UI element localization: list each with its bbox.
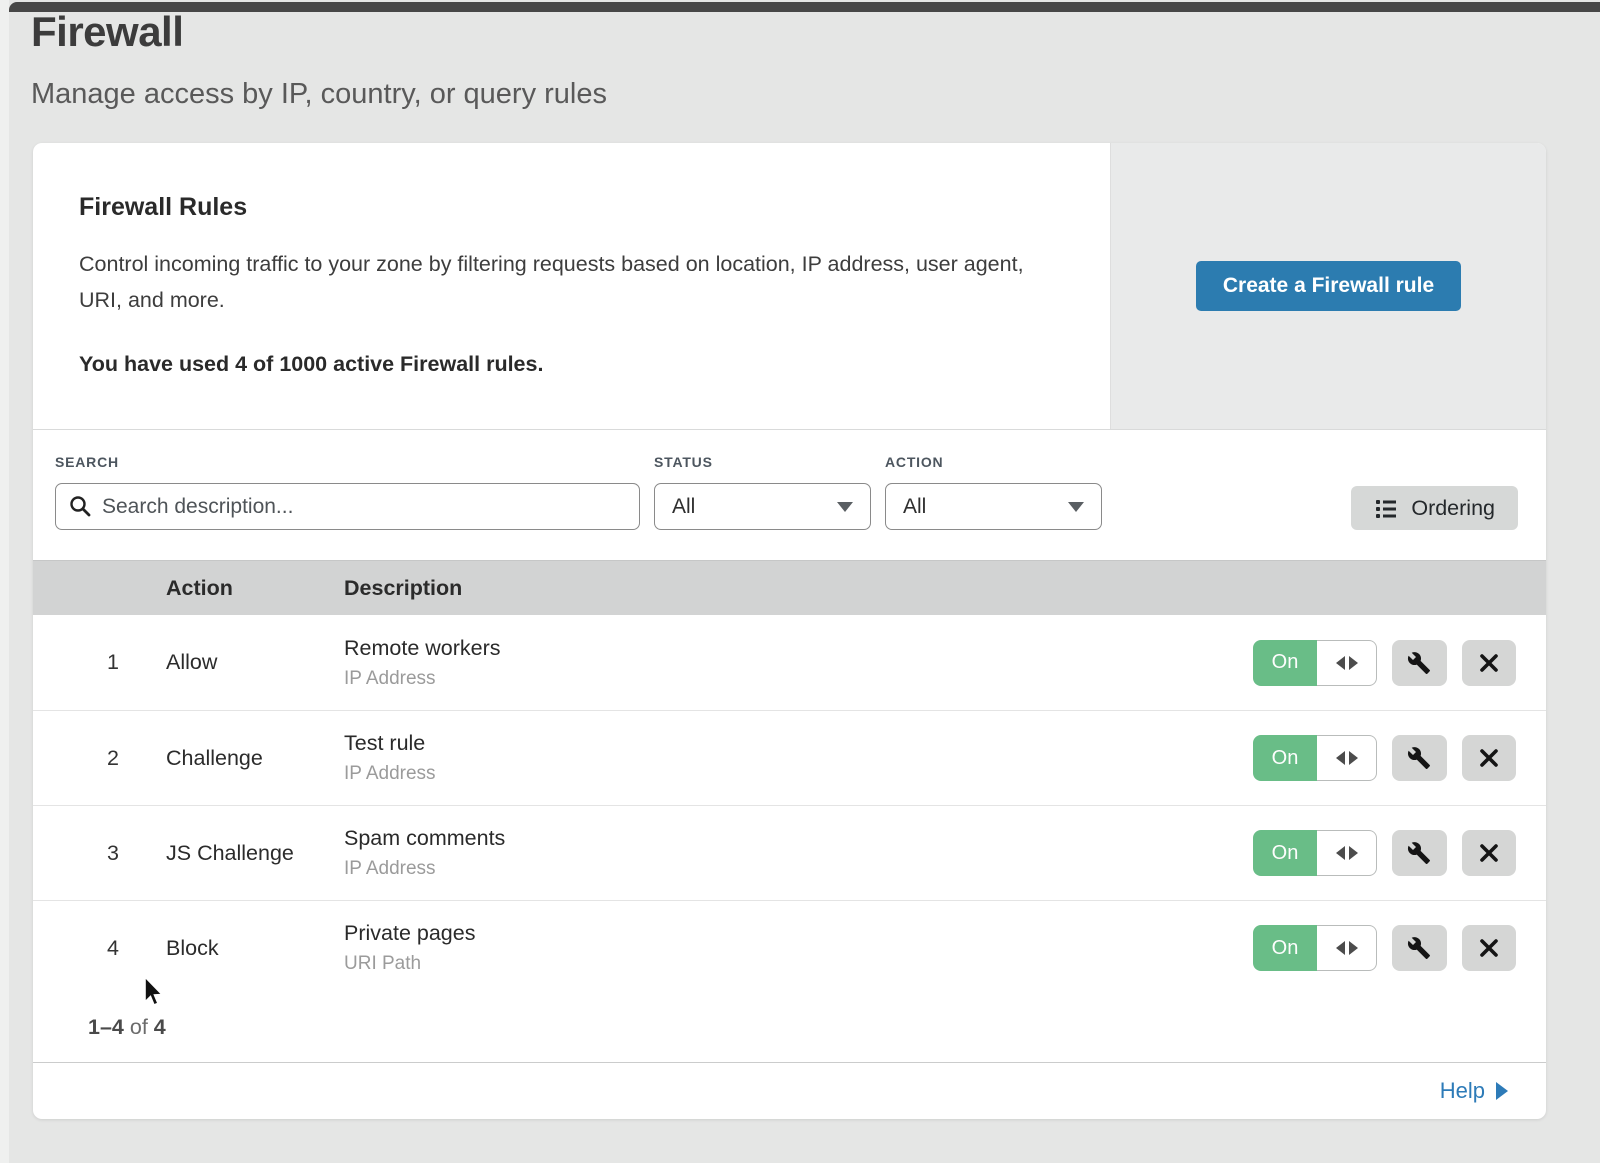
action-label: ACTION bbox=[885, 454, 1102, 470]
chevron-down-icon bbox=[837, 502, 853, 512]
column-header-description: Description bbox=[344, 576, 1253, 601]
rule-enabled-toggle[interactable]: On bbox=[1253, 830, 1377, 876]
rule-priority: 3 bbox=[33, 841, 166, 866]
screen-left-edge bbox=[0, 0, 9, 1163]
create-firewall-rule-button[interactable]: Create a Firewall rule bbox=[1196, 261, 1461, 311]
rule-enabled-toggle[interactable]: On bbox=[1253, 925, 1377, 971]
rule-enabled-toggle[interactable]: On bbox=[1253, 640, 1377, 686]
arrow-right-icon bbox=[1349, 846, 1358, 860]
edit-rule-button[interactable] bbox=[1392, 830, 1447, 876]
usage-note: You have used 4 of 1000 active Firewall … bbox=[79, 352, 1064, 377]
edit-rule-button[interactable] bbox=[1392, 640, 1447, 686]
arrow-left-icon bbox=[1336, 846, 1345, 860]
hero-text-block: Firewall Rules Control incoming traffic … bbox=[33, 143, 1110, 429]
rule-description: Remote workers bbox=[344, 636, 1253, 661]
rule-description: Private pages bbox=[344, 921, 1253, 946]
search-label: SEARCH bbox=[55, 454, 640, 470]
arrow-right-icon bbox=[1349, 941, 1358, 955]
page-subtitle: Manage access by IP, country, or query r… bbox=[31, 78, 607, 111]
toggle-handle[interactable] bbox=[1317, 735, 1377, 781]
delete-rule-button[interactable] bbox=[1462, 830, 1517, 876]
delete-rule-button[interactable] bbox=[1462, 925, 1517, 971]
search-input[interactable] bbox=[55, 483, 640, 530]
close-icon bbox=[1478, 652, 1500, 674]
edit-rule-button[interactable] bbox=[1392, 735, 1447, 781]
table-header: Action Description bbox=[33, 560, 1546, 615]
ordering-button[interactable]: Ordering bbox=[1351, 486, 1518, 530]
wrench-icon bbox=[1407, 651, 1431, 675]
hero-action-panel: Create a Firewall rule bbox=[1110, 143, 1546, 429]
rule-action: Allow bbox=[166, 650, 344, 675]
arrow-left-icon bbox=[1336, 941, 1345, 955]
table-row: 2 Challenge Test rule IP Address On bbox=[33, 710, 1546, 805]
rule-match-field: IP Address bbox=[344, 668, 1253, 690]
help-link[interactable]: Help bbox=[1440, 1078, 1508, 1104]
chevron-down-icon bbox=[1068, 502, 1084, 512]
table-body: 1 Allow Remote workers IP Address On bbox=[33, 615, 1546, 995]
pagination-total: 4 bbox=[154, 1015, 166, 1039]
pagination: 1–4 of 4 bbox=[33, 995, 1546, 1062]
arrow-left-icon bbox=[1336, 656, 1345, 670]
delete-rule-button[interactable] bbox=[1462, 735, 1517, 781]
status-select[interactable]: All bbox=[654, 483, 871, 530]
status-select-value: All bbox=[672, 495, 695, 519]
toggle-on-label: On bbox=[1253, 640, 1317, 686]
filter-bar: SEARCH STATUS All ACTION All bbox=[33, 430, 1546, 560]
table-row: 1 Allow Remote workers IP Address On bbox=[33, 615, 1546, 710]
card-footer: Help bbox=[33, 1062, 1546, 1119]
section-title: Firewall Rules bbox=[79, 193, 1064, 222]
rule-priority: 4 bbox=[33, 936, 166, 961]
page-header: Firewall Manage access by IP, country, o… bbox=[31, 8, 607, 111]
toggle-handle[interactable] bbox=[1317, 640, 1377, 686]
rule-priority: 1 bbox=[33, 650, 166, 675]
wrench-icon bbox=[1407, 746, 1431, 770]
toggle-handle[interactable] bbox=[1317, 925, 1377, 971]
wrench-icon bbox=[1407, 841, 1431, 865]
rule-action: Block bbox=[166, 936, 344, 961]
rule-action: JS Challenge bbox=[166, 841, 344, 866]
rule-enabled-toggle[interactable]: On bbox=[1253, 735, 1377, 781]
column-header-action: Action bbox=[166, 576, 344, 601]
status-label: STATUS bbox=[654, 454, 871, 470]
toggle-handle[interactable] bbox=[1317, 830, 1377, 876]
rule-action: Challenge bbox=[166, 746, 344, 771]
pagination-range: 1–4 bbox=[88, 1015, 124, 1039]
action-select[interactable]: All bbox=[885, 483, 1102, 530]
page-title: Firewall bbox=[31, 8, 607, 56]
rule-match-field: IP Address bbox=[344, 763, 1253, 785]
search-icon bbox=[69, 495, 92, 523]
pagination-of: of bbox=[130, 1015, 148, 1039]
hero-section: Firewall Rules Control incoming traffic … bbox=[33, 143, 1546, 430]
ordering-list-icon bbox=[1374, 496, 1398, 520]
arrow-right-icon bbox=[1349, 656, 1358, 670]
action-select-value: All bbox=[903, 495, 926, 519]
close-icon bbox=[1478, 747, 1500, 769]
ordering-button-label: Ordering bbox=[1411, 496, 1495, 521]
help-link-label: Help bbox=[1440, 1078, 1485, 1104]
section-description: Control incoming traffic to your zone by… bbox=[79, 246, 1039, 318]
edit-rule-button[interactable] bbox=[1392, 925, 1447, 971]
toggle-on-label: On bbox=[1253, 925, 1317, 971]
rule-description: Test rule bbox=[344, 731, 1253, 756]
table-row: 4 Block Private pages URI Path On bbox=[33, 900, 1546, 995]
rule-match-field: URI Path bbox=[344, 953, 1253, 975]
toggle-on-label: On bbox=[1253, 830, 1317, 876]
chevron-right-icon bbox=[1496, 1082, 1508, 1100]
arrow-left-icon bbox=[1336, 751, 1345, 765]
firewall-rules-card: Firewall Rules Control incoming traffic … bbox=[33, 143, 1546, 1119]
toggle-on-label: On bbox=[1253, 735, 1317, 781]
arrow-right-icon bbox=[1349, 751, 1358, 765]
close-icon bbox=[1478, 937, 1500, 959]
delete-rule-button[interactable] bbox=[1462, 640, 1517, 686]
rule-priority: 2 bbox=[33, 746, 166, 771]
rule-match-field: IP Address bbox=[344, 858, 1253, 880]
wrench-icon bbox=[1407, 936, 1431, 960]
table-row: 3 JS Challenge Spam comments IP Address … bbox=[33, 805, 1546, 900]
rule-description: Spam comments bbox=[344, 826, 1253, 851]
close-icon bbox=[1478, 842, 1500, 864]
